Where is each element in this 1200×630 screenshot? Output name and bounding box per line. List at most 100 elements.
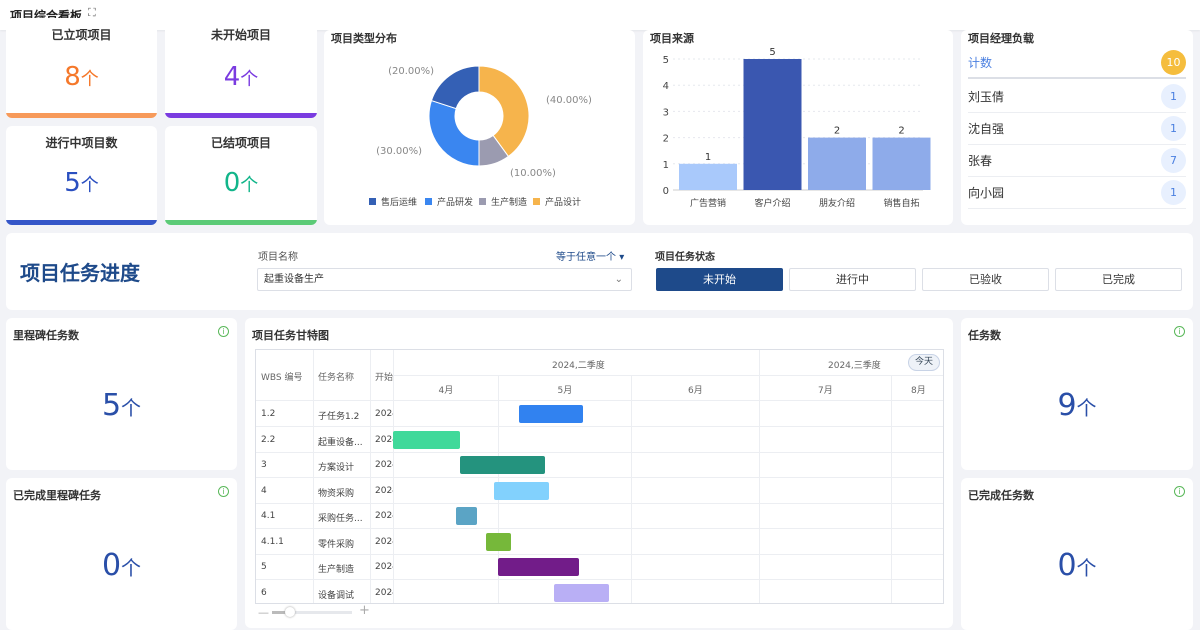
zoom-in-icon[interactable]: + bbox=[359, 603, 370, 618]
cell-name: 设备调试 bbox=[318, 590, 355, 601]
unit: 个 bbox=[240, 175, 259, 196]
info-icon[interactable]: i bbox=[1174, 326, 1185, 337]
caret-down-icon: ▾ bbox=[619, 252, 625, 263]
gantt-task-bar[interactable] bbox=[498, 558, 579, 576]
bar-value-label: 2 bbox=[834, 126, 840, 137]
legend-label[interactable]: 售后运维 bbox=[381, 196, 417, 208]
gantt-task-bar[interactable] bbox=[486, 532, 511, 551]
cell-start: 2024 bbox=[375, 536, 393, 547]
pie-label: (20.00%) bbox=[388, 66, 434, 77]
bar-value-label: 2 bbox=[898, 126, 904, 137]
manager-name: 张春 bbox=[968, 154, 993, 168]
unit: 个 bbox=[121, 556, 142, 580]
cell-start: 2024 bbox=[375, 434, 393, 445]
task-count-title: 任务数 bbox=[968, 329, 1001, 342]
bar[interactable] bbox=[872, 137, 931, 190]
status-filter-label: 项目任务状态 bbox=[655, 252, 715, 263]
done-task-value: 0个 bbox=[961, 548, 1193, 583]
manager-row: 刘玉倩 1 bbox=[968, 81, 1186, 113]
cell-wbs: 6 bbox=[261, 587, 267, 598]
stat-value: 4个 bbox=[165, 62, 317, 92]
bar[interactable] bbox=[808, 137, 866, 190]
quarter-label: 2024,三季度 bbox=[828, 361, 881, 371]
gantt-task-bar[interactable] bbox=[554, 583, 609, 602]
gantt-task-bar[interactable] bbox=[460, 456, 545, 474]
value: 0 bbox=[223, 168, 241, 198]
y-tick-label: 4 bbox=[663, 81, 669, 92]
y-tick-label: 1 bbox=[663, 160, 669, 171]
x-tick-label: 客户介绍 bbox=[754, 197, 790, 209]
done-milestone-title: 已完成里程碑任务 bbox=[13, 489, 101, 502]
done-milestone-card: 已完成里程碑任务 i 0个 bbox=[6, 478, 237, 630]
stat-label: 未开始项目 bbox=[210, 28, 271, 42]
value: 4 bbox=[223, 62, 241, 92]
column-header: 开始 bbox=[375, 373, 394, 383]
gantt-task-bar[interactable] bbox=[393, 430, 460, 449]
row-divider bbox=[256, 528, 943, 529]
stat-accent-bar bbox=[6, 113, 157, 118]
column-header: 任务名称 bbox=[318, 373, 355, 383]
gantt-task-bar[interactable] bbox=[494, 481, 549, 500]
unit: 个 bbox=[1076, 556, 1097, 580]
info-icon[interactable]: i bbox=[218, 486, 229, 497]
pie-chart: (40.00%) (10.00%) (30.00%) (20.00%) 售后运维 产品研发… bbox=[369, 65, 592, 208]
milestone-value: 5个 bbox=[6, 388, 237, 423]
stat-label: 已立项项目 bbox=[51, 28, 112, 42]
gantt-task-bar[interactable] bbox=[519, 405, 583, 423]
month-label: 7月 bbox=[818, 386, 833, 396]
manager-count: 1 bbox=[1161, 84, 1186, 109]
info-icon[interactable]: i bbox=[218, 326, 229, 337]
project-source-card: 项目来源 0 1 2 3 4 5 1 广告营销 5 客户介绍 2 朋友介绍 2 销售自拓 bbox=[643, 30, 953, 225]
y-tick-label: 0 bbox=[663, 186, 669, 197]
done-task-card: 已完成任务数 i 0个 bbox=[961, 478, 1193, 630]
manager-row: 张春 7 bbox=[968, 145, 1186, 177]
row-divider bbox=[256, 579, 943, 580]
row-divider bbox=[256, 451, 943, 453]
status-button[interactable]: 已完成 bbox=[1055, 268, 1182, 291]
manager-total-row: 计数 10 bbox=[968, 47, 1186, 79]
unit: 个 bbox=[240, 69, 259, 90]
gantt-task-bar[interactable] bbox=[456, 507, 477, 525]
bar-value-label: 1 bbox=[705, 152, 711, 163]
zoom-out-icon[interactable]: — bbox=[258, 606, 269, 619]
manager-load-card: 项目经理负载 计数 10 刘玉倩 1 沈自强 1 张春 7 向小园 1 bbox=[961, 30, 1193, 225]
status-button[interactable]: 进行中 bbox=[789, 268, 916, 291]
legend-label[interactable]: 产品设计 bbox=[545, 196, 581, 208]
bar[interactable] bbox=[743, 59, 802, 190]
pie-slice[interactable] bbox=[430, 65, 480, 110]
bar[interactable] bbox=[679, 163, 737, 190]
manager-name: 向小园 bbox=[968, 186, 1005, 200]
task-count-value: 9个 bbox=[961, 388, 1193, 423]
manager-count: 1 bbox=[1161, 116, 1186, 141]
project-type-card: 项目类型分布 (40.00%) (10.00%) (30.00%) (20.00%) 售… bbox=[324, 30, 635, 225]
info-icon[interactable]: i bbox=[1174, 486, 1185, 497]
cell-name: 子任务1.2 bbox=[318, 412, 360, 422]
value: 5 bbox=[101, 388, 122, 423]
stat-card: 已立项项目 8个 bbox=[6, 18, 157, 118]
unit: 个 bbox=[121, 396, 142, 420]
unit: 个 bbox=[80, 69, 99, 90]
operator-dropdown[interactable]: 等于任意一个 ▾ bbox=[556, 248, 624, 263]
cell-start: 2024 bbox=[375, 485, 393, 496]
total-badge: 10 bbox=[1161, 50, 1186, 75]
legend-label[interactable]: 产品研发 bbox=[437, 196, 473, 208]
zoom-slider[interactable] bbox=[272, 607, 352, 617]
today-button[interactable]: 今天 bbox=[908, 354, 940, 371]
cell-wbs: 5 bbox=[261, 562, 267, 572]
x-tick-label: 销售自拓 bbox=[883, 197, 919, 209]
unit: 个 bbox=[1076, 396, 1097, 420]
milestone-title: 里程碑任务数 bbox=[13, 329, 79, 342]
status-button[interactable]: 未开始 bbox=[656, 268, 783, 291]
header-divider bbox=[256, 400, 943, 401]
pie-slice[interactable] bbox=[428, 99, 480, 167]
row-divider bbox=[256, 502, 943, 504]
status-button[interactable]: 已验收 bbox=[922, 268, 1049, 291]
cell-wbs: 4.1 bbox=[261, 511, 276, 521]
done-milestone-value: 0个 bbox=[6, 548, 237, 583]
zoom-slider-handle[interactable] bbox=[285, 607, 295, 617]
operator-label: 等于任意一个 bbox=[556, 252, 616, 263]
project-name-select[interactable]: 起重设备生产 ⌄ bbox=[257, 268, 632, 291]
stat-value: 8个 bbox=[6, 62, 157, 92]
month-divider bbox=[891, 376, 892, 603]
legend-label[interactable]: 生产制造 bbox=[491, 196, 527, 208]
